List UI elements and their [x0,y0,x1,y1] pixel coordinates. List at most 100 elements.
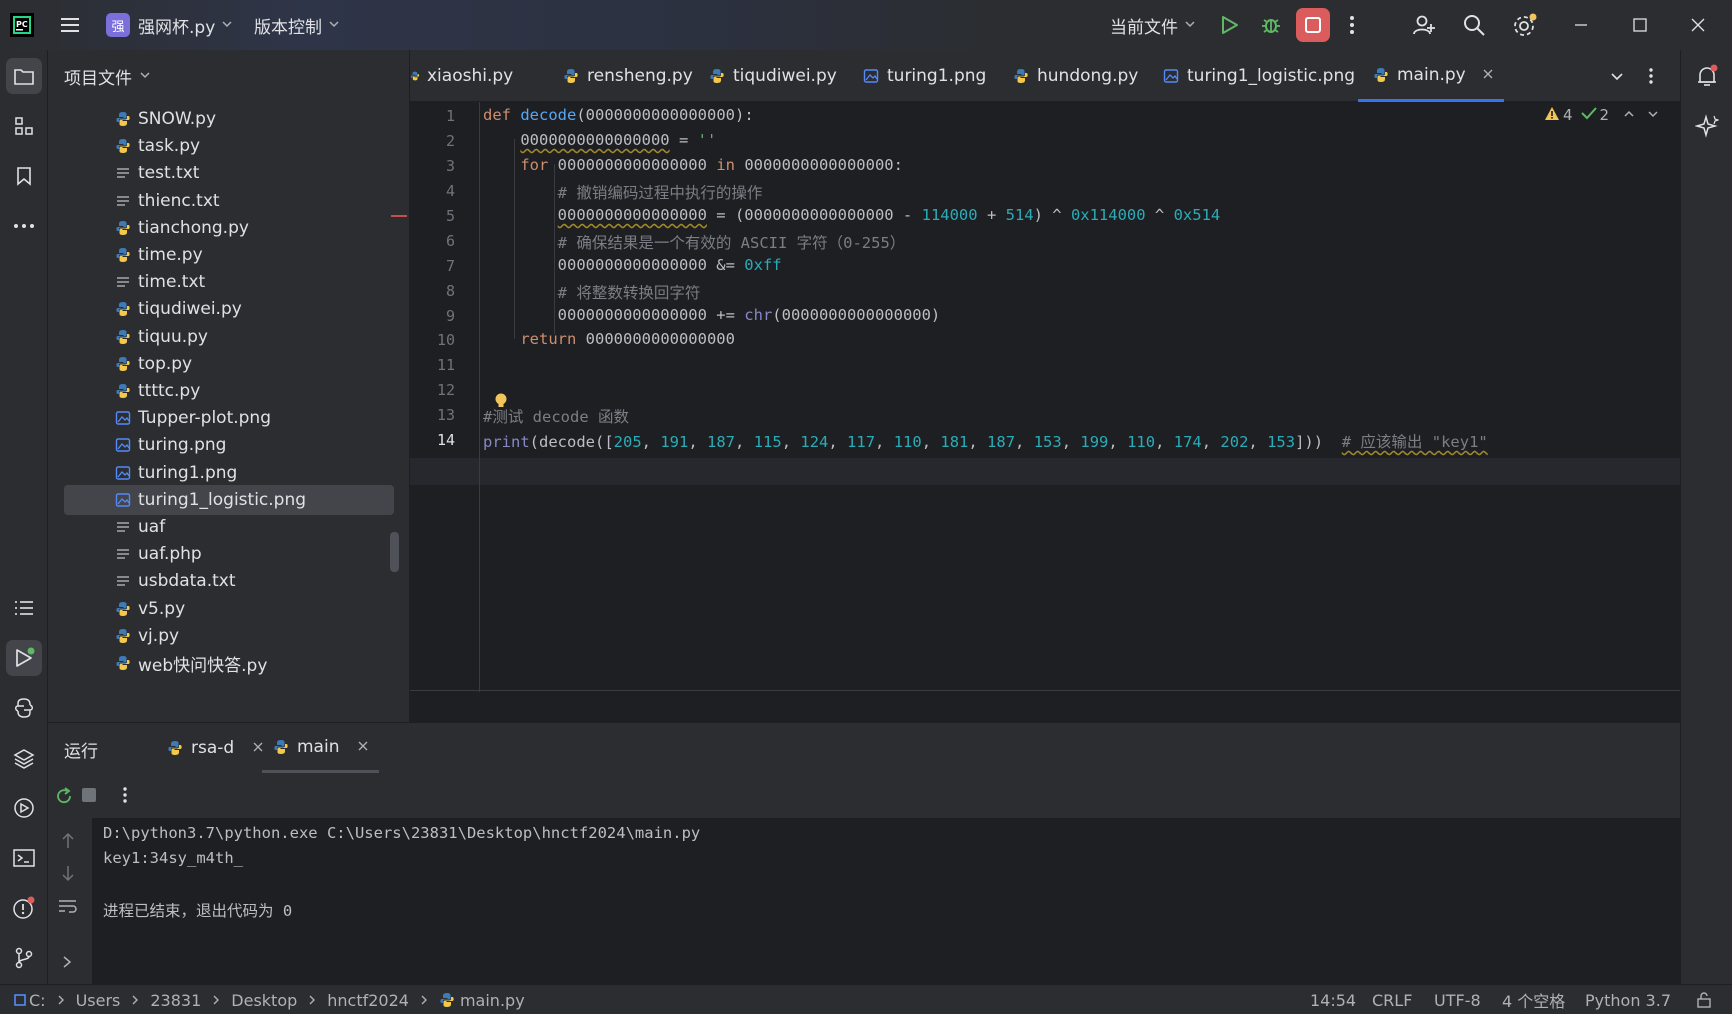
breadcrumb-item[interactable]: Users [76,991,121,1010]
tree-item[interactable]: task.py [64,131,394,161]
search-icon[interactable] [1462,0,1486,50]
expand-input-icon[interactable] [62,954,72,973]
layers-icon[interactable] [6,740,42,776]
services-icon[interactable] [6,790,42,826]
tree-item[interactable]: tiqudiwei.py [64,294,394,324]
stop-button[interactable] [1296,0,1330,50]
tree-item[interactable]: turing.png [64,430,394,460]
todo-list-icon[interactable] [6,590,42,626]
tree-item[interactable]: vj.py [64,621,394,651]
run-tab-rsa-d[interactable]: rsa-d [156,723,274,773]
bookmarks-icon[interactable] [6,158,42,194]
text-file-icon [114,164,132,182]
tree-item[interactable]: turing1_logistic.png [64,484,394,515]
tree-item[interactable]: Tupper-plot.png [64,403,394,433]
lock-icon[interactable] [1696,985,1712,1014]
git-branch-icon[interactable] [6,940,42,976]
tree-scrollbar[interactable] [390,532,399,572]
editor-tab-turing1-png[interactable]: turing1.png [862,50,986,102]
tree-item[interactable]: test.txt [64,158,394,188]
editor-tab-tiqudiwei-py[interactable]: tiqudiwei.py [708,50,837,102]
more-tools-icon[interactable] [6,208,42,244]
editor-tab-turing1-logistic-png[interactable]: turing1_logistic.png [1162,50,1355,102]
close-tab-icon[interactable] [357,737,369,757]
breadcrumb-item[interactable]: 23831 [150,991,201,1010]
stop-process-icon[interactable] [82,788,96,802]
more-options-icon[interactable] [122,786,128,808]
add-user-icon[interactable] [1412,0,1436,50]
image-file-icon [114,409,132,427]
file-tree[interactable]: SNOW.py task.py test.txt thienc.txt tianchon… [48,102,410,722]
indent-setting[interactable]: 4 个空格 [1502,985,1565,1014]
tree-item[interactable]: web快问快答.py [64,648,394,678]
tree-item[interactable]: uaf [64,512,394,542]
editor-tab-main-py[interactable]: main.py [1358,50,1504,102]
tree-item[interactable]: time.txt [64,267,394,297]
line-number: 3 [445,157,455,175]
next-highlight-icon[interactable] [1647,106,1659,124]
code-editor[interactable]: 1 2 3 4 5 6 7 8 9 10 11 12 13 14 4 2 def decode(00000… [410,102,1680,692]
breadcrumb-item[interactable]: main.py [460,991,525,1010]
line-separator[interactable]: CRLF [1372,985,1412,1014]
settings-gear-icon[interactable] [1511,0,1537,50]
tree-item[interactable]: top.py [64,349,394,379]
breadcrumb-item[interactable]: C: [29,991,46,1010]
debug-icon[interactable] [1260,0,1282,50]
tree-item[interactable]: tianchong.py [64,213,394,243]
close-window-icon[interactable] [1690,0,1706,50]
tab-list-chevron-icon[interactable] [1610,50,1624,102]
breadcrumb-item[interactable]: hnctf2024 [327,991,409,1010]
breadcrumb-item[interactable]: Desktop [231,991,297,1010]
python-console-icon[interactable] [6,690,42,726]
run-tab-main[interactable]: main [262,723,380,773]
tree-item[interactable]: ttttc.py [64,376,394,406]
lightbulb-icon[interactable] [494,392,508,414]
run-config-selector[interactable]: 当前文件 [1110,0,1196,50]
tree-item[interactable]: v5.py [64,594,394,624]
pycharm-logo-icon[interactable]: PC [10,0,34,50]
editor-tab-xiaoshi-py[interactable]: xiaoshi.py [410,50,513,102]
notifications-bell-icon[interactable] [1689,58,1725,94]
tree-item[interactable]: uaf.php [64,539,394,569]
run-console[interactable]: D:\python3.7\python.exe C:\Users\23831\D… [48,818,1680,984]
chevron-down-icon [221,15,233,35]
soft-wrap-icon[interactable] [58,898,78,918]
structure-icon[interactable] [6,108,42,144]
tree-item[interactable]: usbdata.txt [64,566,394,596]
editor-tab-label: tiqudiwei.py [733,66,837,86]
ai-assistant-sparkle-icon[interactable] [1689,108,1725,144]
main-menu-icon[interactable] [58,0,82,50]
tree-item[interactable]: SNOW.py [64,104,394,134]
maximize-icon[interactable] [1632,0,1648,50]
editor-tab-rensheng-py[interactable]: rensheng.py [562,50,693,102]
cursor-position[interactable]: 14:54 [1310,985,1356,1014]
minimize-icon[interactable] [1573,0,1589,50]
project-selector[interactable]: 强 强网杯.py [106,0,233,50]
python-interpreter[interactable]: Python 3.7 [1585,985,1671,1014]
rerun-icon[interactable] [54,786,74,810]
run-config-label: 当前文件 [1110,17,1178,38]
close-tab-icon[interactable] [1482,65,1494,85]
python-file-icon [1372,66,1390,84]
project-panel-header[interactable]: 项目文件 [48,50,410,102]
project-tool-folder-icon[interactable] [6,58,42,94]
editor-tab-hundong-py[interactable]: hundong.py [1012,50,1138,102]
tree-item[interactable]: turing1.png [64,458,394,488]
run-icon[interactable] [1218,0,1240,50]
terminal-icon[interactable] [6,840,42,876]
tree-item[interactable]: tiquu.py [64,322,394,352]
tree-item[interactable]: thienc.txt [64,186,394,216]
inspection-widget[interactable]: 4 2 [1544,102,1659,128]
run-tool-icon[interactable] [6,640,42,676]
image-file-icon [114,436,132,454]
vcs-menu[interactable]: 版本控制 [254,0,340,50]
problems-icon[interactable] [6,890,42,926]
tab-options-icon[interactable] [1648,50,1654,102]
chevron-right-icon [420,994,428,1006]
file-encoding[interactable]: UTF-8 [1434,985,1481,1014]
tree-item[interactable]: time.py [64,240,394,270]
scroll-up-icon[interactable] [60,832,76,854]
scroll-down-icon[interactable] [60,864,76,886]
more-actions-icon[interactable] [1348,0,1356,50]
previous-highlight-icon[interactable] [1623,106,1635,124]
